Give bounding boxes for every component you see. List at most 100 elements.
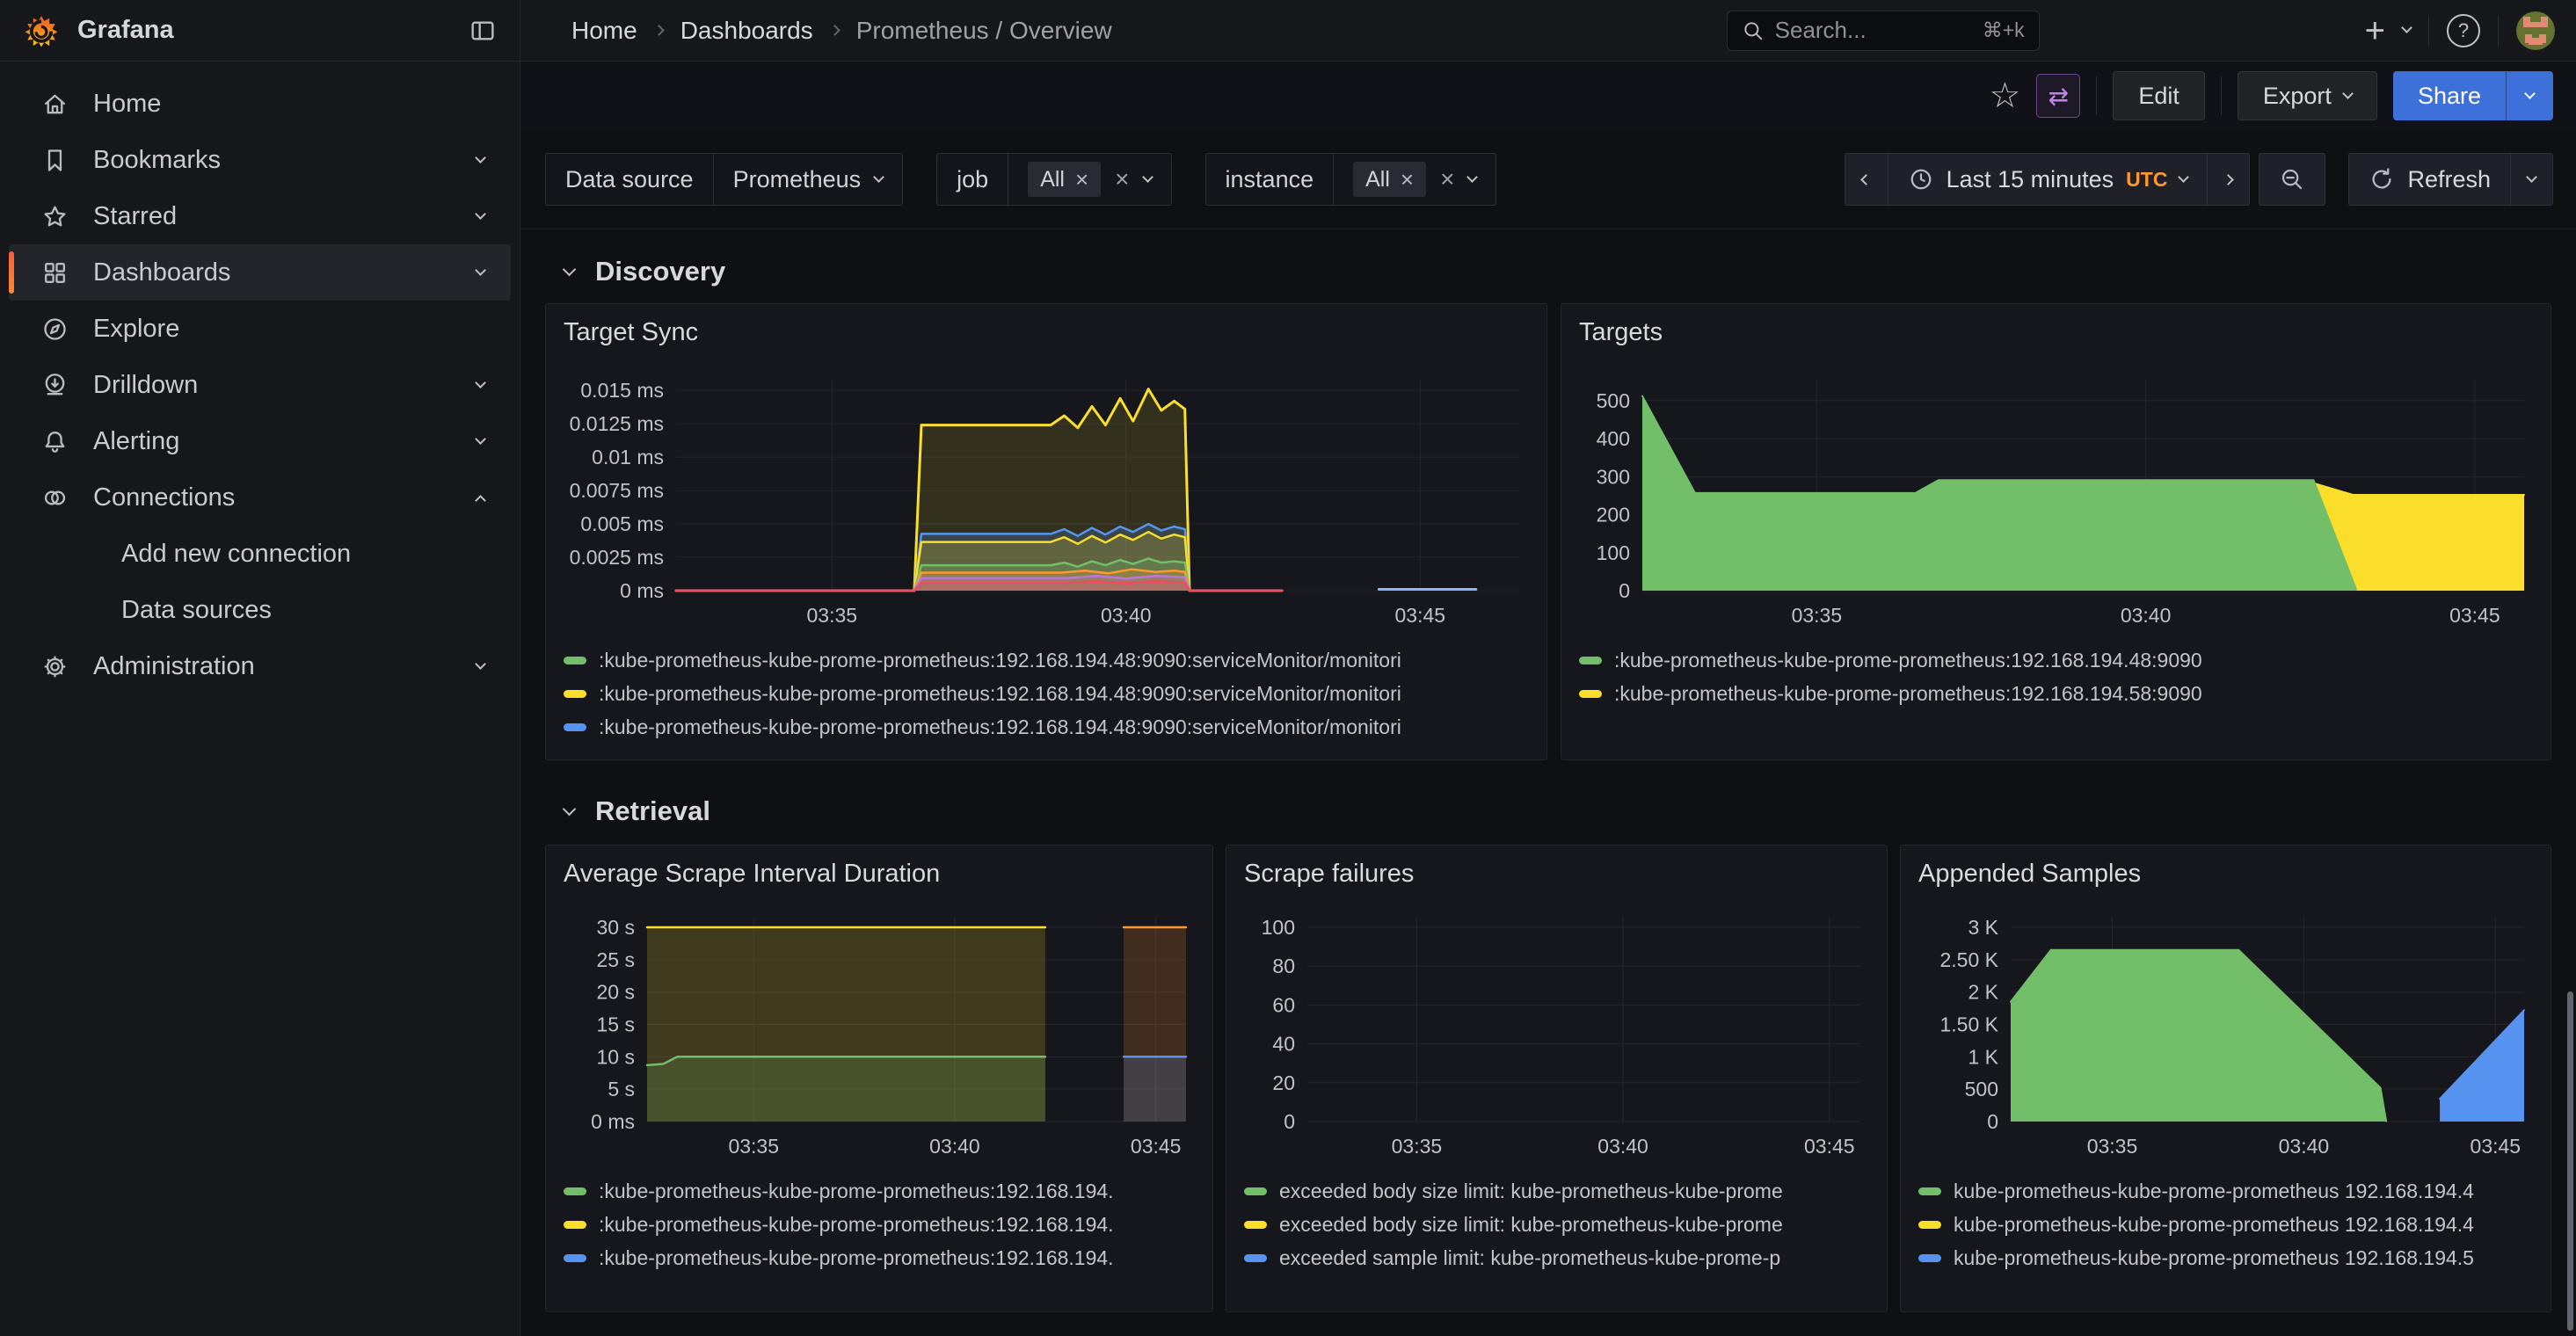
time-shift-back-button[interactable] [1845,154,1888,205]
search-input[interactable]: Search... ⌘+k [1727,11,2040,51]
sidebar: Grafana Home Bookmarks Starred D [0,0,520,1336]
datasource-select[interactable]: Prometheus [714,154,903,205]
average-scrape-interval-chart[interactable]: 0 ms5 s10 s15 s20 s25 s30 s03:3503:4003:… [564,907,1195,1164]
sidebar-item-connections[interactable]: Connections [9,469,511,526]
breadcrumb: Home Dashboards Prometheus / Overview [571,17,1727,45]
svg-text:03:45: 03:45 [1804,1135,1855,1158]
legend-swatch [564,657,586,664]
breadcrumb-dashboards[interactable]: Dashboards [680,17,813,45]
edit-button[interactable]: Edit [2113,71,2205,120]
legend-item[interactable]: kube-prometheus-kube-prome-prometheus 19… [1918,1208,2533,1241]
sidebar-item-label: Add new connection [121,540,484,569]
legend-item[interactable]: :kube-prometheus-kube-prome-prometheus:1… [564,1208,1195,1241]
section-discovery[interactable]: Discovery [564,252,2551,291]
legend-label: kube-prometheus-kube-prome-prometheus 19… [1954,1213,2533,1237]
svg-text:40: 40 [1272,1033,1295,1056]
sidebar-item-explore[interactable]: Explore [9,301,511,357]
panel-title[interactable]: Appended Samples [1918,860,2533,891]
collapse-sidebar-icon[interactable] [469,17,497,45]
remove-value-icon[interactable]: × [1401,168,1414,191]
share-dropdown-button[interactable] [2506,71,2553,120]
sidebar-item-data-sources[interactable]: Data sources [9,582,511,638]
legend-item[interactable]: :kube-prometheus-kube-prome-prometheus:1… [564,1241,1195,1274]
clear-all-icon[interactable]: × [1115,167,1129,192]
sidebar-item-starred[interactable]: Starred [9,188,511,244]
breadcrumb-home[interactable]: Home [571,17,637,45]
appended-samples-chart[interactable]: 05001 K1.50 K2 K2.50 K3 K03:3503:4003:45 [1918,907,2533,1164]
clear-all-icon[interactable]: × [1440,167,1454,192]
scrollbar[interactable] [2567,991,2573,1331]
chevron-down-icon [2342,88,2354,99]
chevron-down-icon [475,265,486,276]
remove-value-icon[interactable]: × [1075,168,1088,191]
legend-item[interactable]: exceeded body size limit: kube-prometheu… [1244,1174,1869,1208]
legend-label: :kube-prometheus-kube-prome-prometheus:1… [599,649,1529,672]
legend-swatch [1244,1254,1267,1262]
sidebar-item-bookmarks[interactable]: Bookmarks [9,132,511,188]
svg-text:03:40: 03:40 [1597,1135,1648,1158]
svg-text:03:40: 03:40 [1101,604,1152,627]
svg-text:0 ms: 0 ms [620,579,664,602]
legend-item[interactable]: kube-prometheus-kube-prome-prometheus 19… [1918,1241,2533,1274]
refresh-button[interactable]: Refresh [2349,154,2510,205]
legend-item[interactable]: kube-prometheus-kube-prome-prometheus 19… [1918,1174,2533,1208]
sidebar-item-dashboards[interactable]: Dashboards [9,244,511,301]
time-shift-forward-button[interactable] [2207,154,2249,205]
favorite-star-icon[interactable]: ☆ [1990,78,2021,113]
dashboards-grid-icon [40,259,69,287]
add-icon[interactable]: + [2365,13,2385,48]
panel-target-sync: Target Sync 0 ms0.0025 ms0.005 ms0.0075 … [545,303,1547,760]
legend-item[interactable]: :kube-prometheus-kube-prome-prometheus:1… [1579,643,2533,677]
panel-title[interactable]: Scrape failures [1244,860,1869,891]
legend-item[interactable]: exceeded sample limit: kube-prometheus-k… [1244,1241,1869,1274]
panel-title[interactable]: Targets [1579,318,2533,350]
legend-item[interactable]: :kube-prometheus-kube-prome-prometheus:1… [564,1174,1195,1208]
panel-title[interactable]: Average Scrape Interval Duration [564,860,1195,891]
job-label: job [937,154,1008,205]
svg-text:3 K: 3 K [1968,916,1998,939]
legend-item[interactable]: :kube-prometheus-kube-prome-prometheus:1… [564,710,1529,744]
svg-text:03:35: 03:35 [807,604,858,627]
export-button[interactable]: Export [2238,71,2377,120]
target-sync-chart[interactable]: 0 ms0.0025 ms0.005 ms0.0075 ms0.01 ms0.0… [564,369,1529,633]
chip-label: All [1365,167,1390,192]
section-retrieval[interactable]: Retrieval [564,792,2551,831]
instance-value-chip[interactable]: All × [1353,162,1426,197]
panel-targets: Targets 010020030040050003:3503:4003:45 … [1561,303,2551,760]
time-range-picker[interactable]: Last 15 minutes UTC [1888,154,2208,205]
legend-item[interactable]: :kube-prometheus-kube-prome-prometheus:1… [564,677,1529,710]
share-button[interactable]: Share [2393,71,2506,120]
scrape-failures-chart[interactable]: 02040608010003:3503:4003:45 [1244,907,1869,1164]
sidebar-item-administration[interactable]: Administration [9,638,511,694]
sidebar-item-add-new-connection[interactable]: Add new connection [9,526,511,582]
svg-text:100: 100 [1262,916,1295,939]
breadcrumb-current: Prometheus / Overview [856,17,1112,45]
instance-select[interactable]: All × × [1334,154,1495,205]
datasource-label: Data source [546,154,714,205]
legend-item[interactable]: exceeded body size limit: kube-prometheu… [1244,1208,1869,1241]
star-icon [40,203,69,230]
swap-arrows-icon: ⇄ [2048,82,2069,111]
zoom-out-button[interactable] [2259,154,2325,205]
legend-item[interactable]: :kube-prometheus-kube-prome-prometheus:1… [564,643,1529,677]
svg-text:200: 200 [1597,504,1630,526]
refresh-interval-button[interactable] [2510,154,2552,205]
sidebar-item-label: Drilldown [93,371,477,400]
chevron-down-icon[interactable] [2401,22,2412,33]
chevron-down-icon [2524,88,2536,99]
targets-chart[interactable]: 010020030040050003:3503:4003:45 [1579,369,2533,633]
sidebar-item-drilldown[interactable]: Drilldown [9,357,511,413]
user-avatar[interactable] [2516,11,2555,50]
refresh-group: Refresh [2348,153,2553,206]
sidebar-item-alerting[interactable]: Alerting [9,413,511,469]
legend-item[interactable]: :kube-prometheus-kube-prome-prometheus:1… [1579,677,2533,710]
bell-icon [40,428,69,455]
help-icon[interactable]: ? [2447,14,2480,47]
panel-title[interactable]: Target Sync [564,318,1529,350]
job-select[interactable]: All × × [1008,154,1170,205]
sidebar-item-home[interactable]: Home [9,76,511,132]
refresh-icon [2369,166,2395,192]
datasource-switch-button[interactable]: ⇄ [2036,74,2080,118]
job-value-chip[interactable]: All × [1028,162,1101,197]
svg-text:0: 0 [1284,1110,1295,1133]
